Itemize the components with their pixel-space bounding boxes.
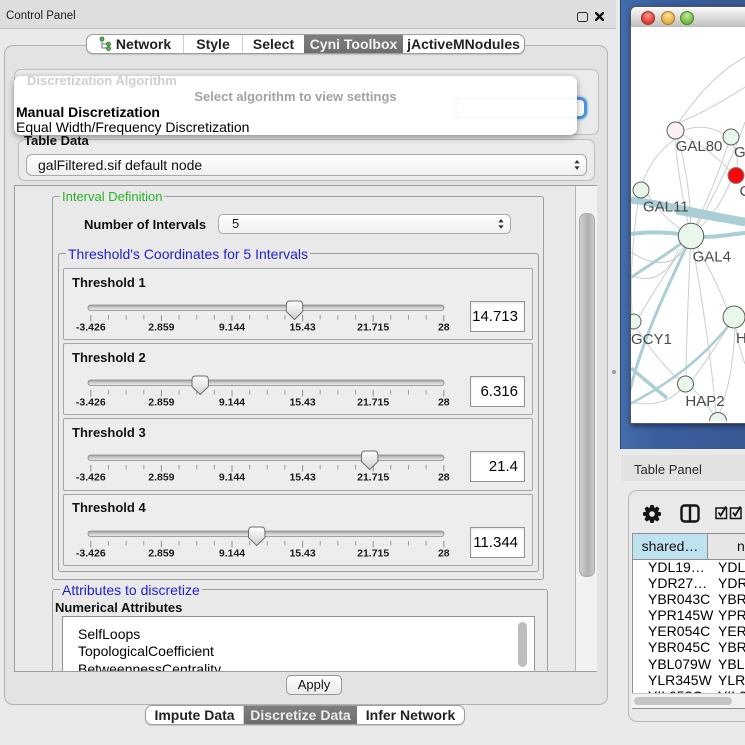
svg-text:9.144: 9.144	[219, 322, 245, 334]
svg-text:-3.426: -3.426	[76, 547, 106, 559]
svg-text:GCY1: GCY1	[631, 331, 672, 348]
svg-text:9.144: 9.144	[219, 547, 245, 559]
svg-text:9.144: 9.144	[219, 397, 245, 409]
svg-text:C: C	[740, 183, 745, 200]
svg-text:21.715: 21.715	[357, 472, 389, 484]
svg-text:15.43: 15.43	[289, 472, 315, 484]
svg-text:28: 28	[438, 547, 450, 559]
svg-text:2.859: 2.859	[148, 472, 174, 484]
svg-text:-3.426: -3.426	[76, 322, 106, 334]
svg-text:GAL11: GAL11	[643, 199, 689, 216]
svg-text:9.144: 9.144	[219, 472, 245, 484]
svg-text:21.715: 21.715	[357, 547, 389, 559]
svg-text:21.715: 21.715	[357, 322, 389, 334]
svg-text:15.43: 15.43	[289, 322, 315, 334]
svg-text:-3.426: -3.426	[76, 397, 106, 409]
svg-text:28: 28	[438, 472, 450, 484]
svg-text:HAP2: HAP2	[685, 393, 724, 410]
svg-text:GAL80: GAL80	[676, 138, 723, 155]
svg-text:28: 28	[438, 322, 450, 334]
svg-text:2.859: 2.859	[148, 397, 174, 409]
svg-text:GA: GA	[734, 144, 745, 161]
svg-text:-3.426: -3.426	[76, 472, 106, 484]
svg-text:2.859: 2.859	[148, 547, 174, 559]
svg-text:2.859: 2.859	[148, 322, 174, 334]
svg-text:15.43: 15.43	[289, 397, 315, 409]
svg-text:H: H	[736, 330, 745, 347]
svg-text:28: 28	[438, 397, 450, 409]
svg-text:21.715: 21.715	[357, 397, 389, 409]
svg-text:15.43: 15.43	[289, 547, 315, 559]
svg-text:GAL4: GAL4	[693, 248, 731, 265]
